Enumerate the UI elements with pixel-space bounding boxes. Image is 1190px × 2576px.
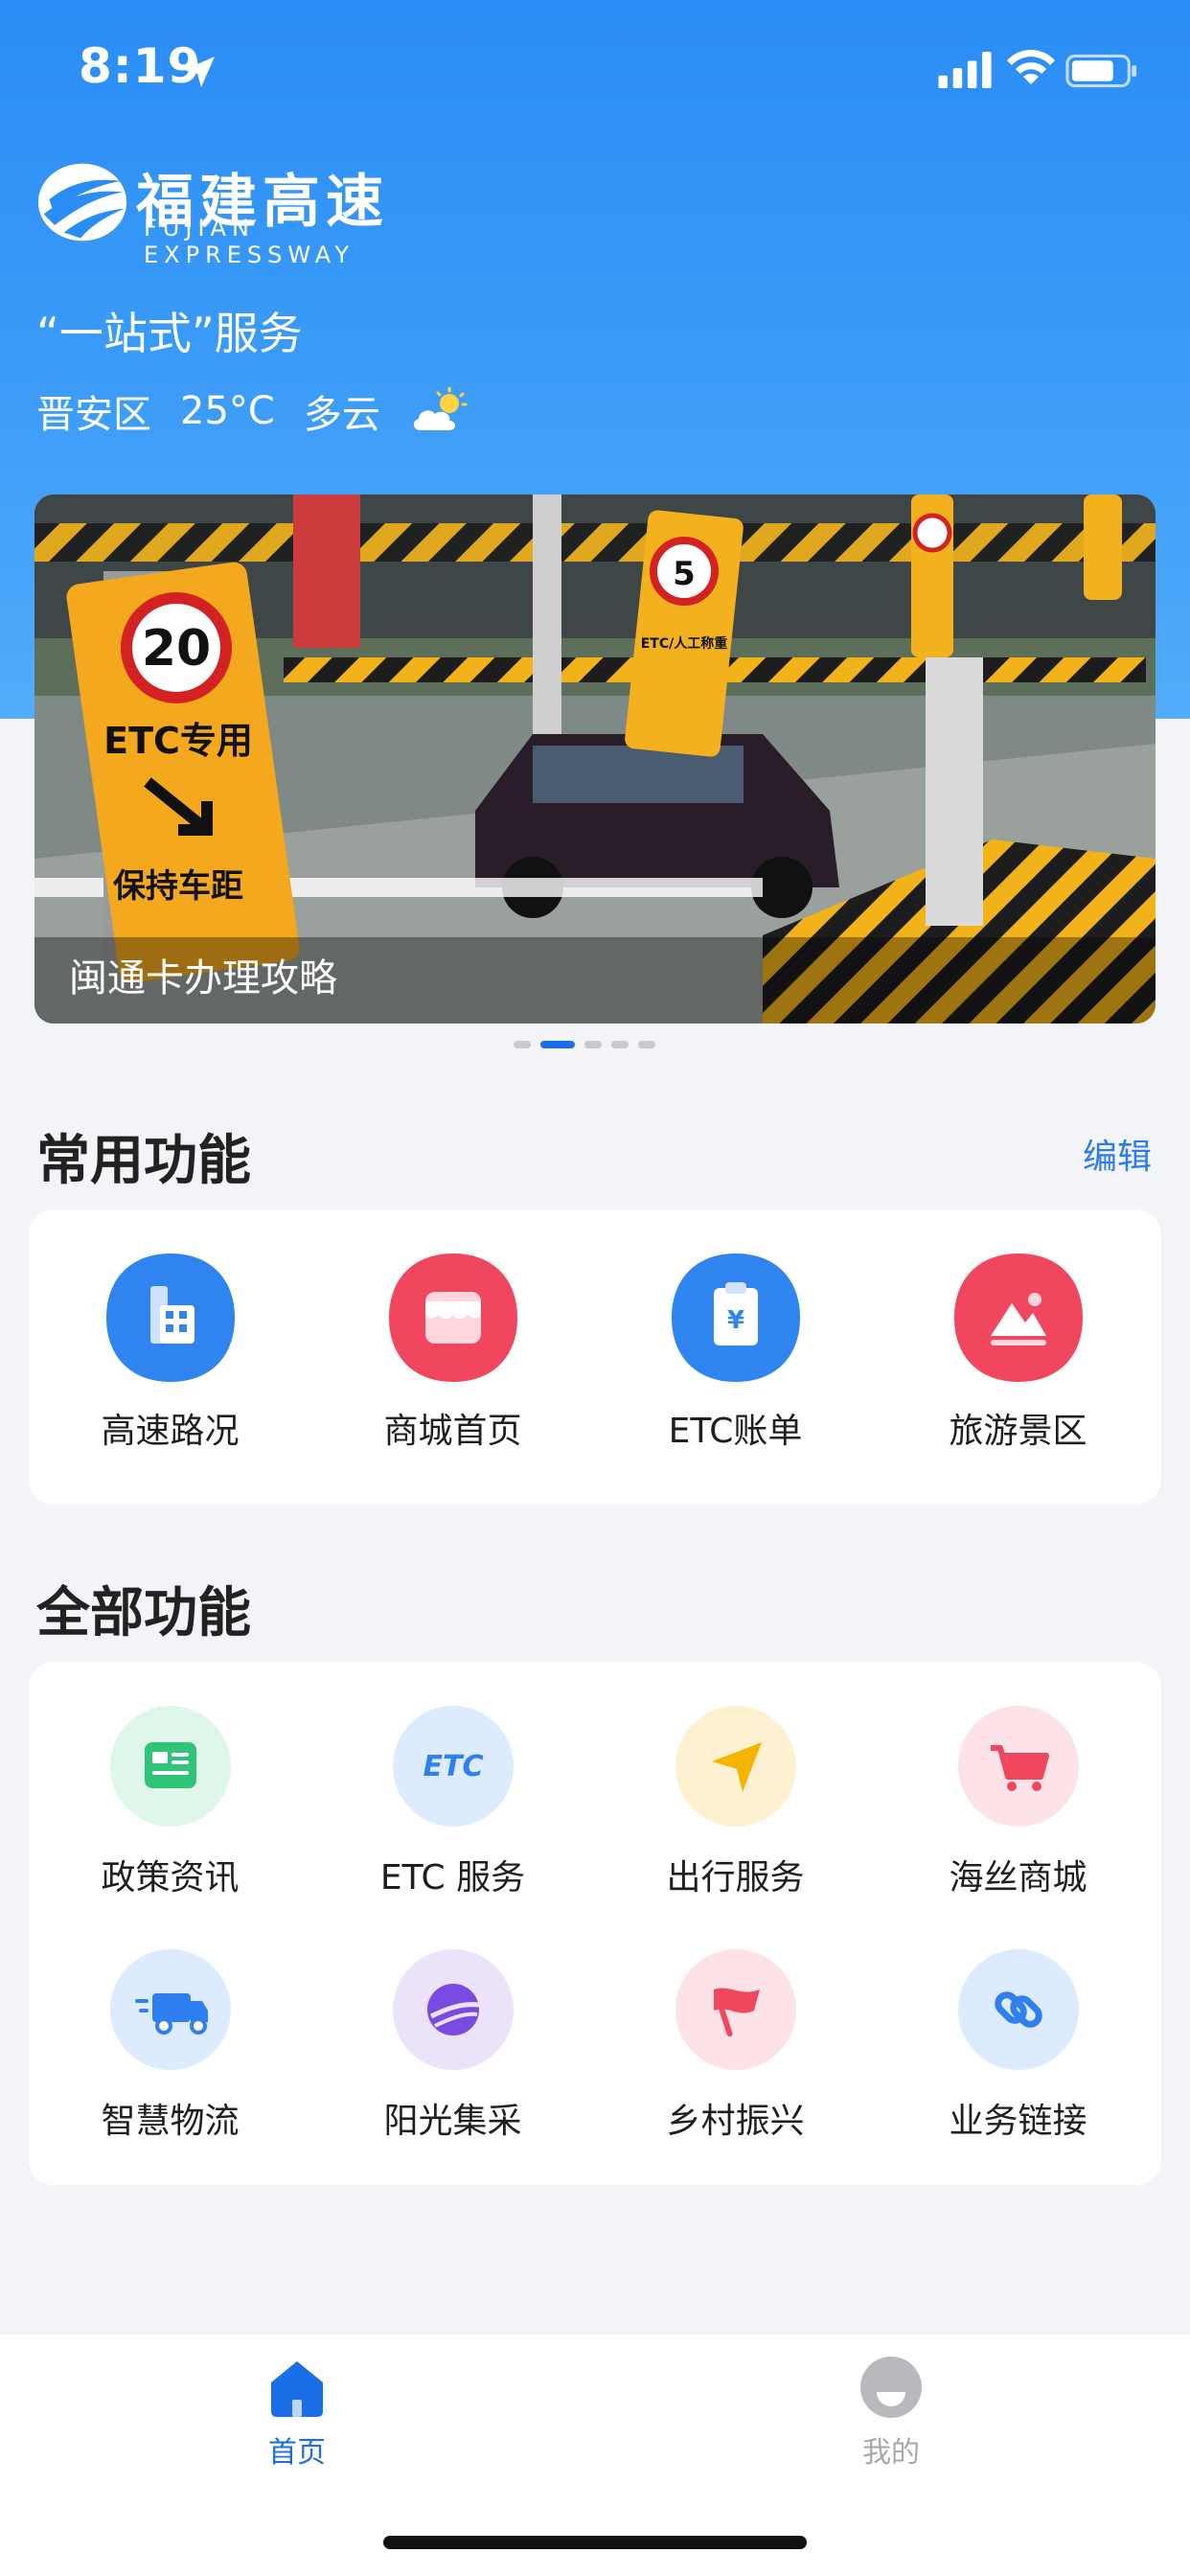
function-scenic-spots[interactable]: 旅游景区 bbox=[877, 1252, 1159, 1462]
function-label: ETC账单 bbox=[668, 1412, 803, 1451]
tab-mine[interactable]: 我的 bbox=[795, 2354, 987, 2471]
svg-text:¥: ¥ bbox=[727, 1306, 744, 1335]
function-haisi-mall[interactable]: 海丝商城 bbox=[877, 1706, 1159, 1898]
function-label: 乡村振兴 bbox=[666, 2102, 805, 2141]
navigation-icon bbox=[675, 1706, 796, 1827]
shop-icon bbox=[389, 1254, 517, 1382]
status-bar: 8:19 bbox=[0, 0, 1190, 144]
pagination-dot[interactable] bbox=[638, 1041, 655, 1048]
promo-banner[interactable]: 20 ETC专用 保持车距 5 ETC/人工称重 闽通卡办理攻略 bbox=[34, 494, 1156, 1024]
banner-sign-keep-distance: 保持车距 bbox=[113, 867, 243, 906]
function-label: 智慧物流 bbox=[101, 2102, 240, 2141]
wifi-icon bbox=[1007, 50, 1055, 84]
function-label: 高速路况 bbox=[101, 1412, 240, 1451]
function-shop-home[interactable]: 商城首页 bbox=[311, 1252, 594, 1462]
function-label: 出行服务 bbox=[666, 1858, 805, 1898]
function-label: 业务链接 bbox=[949, 2102, 1087, 2141]
banner-sign-weigh: ETC/人工称重 bbox=[641, 635, 728, 652]
function-label: 政策资讯 bbox=[101, 1858, 240, 1898]
weather-info[interactable]: 晋安区 25°C 多云 bbox=[36, 383, 469, 439]
road-status-icon bbox=[106, 1254, 235, 1382]
etc-icon-text: ETC bbox=[423, 1750, 484, 1783]
fujian-expressway-logo-icon bbox=[37, 163, 127, 242]
weather-district: 晋安区 bbox=[36, 393, 151, 437]
pagination-dot[interactable] bbox=[611, 1041, 629, 1048]
function-rural-revitalization[interactable]: 乡村振兴 bbox=[594, 1949, 877, 2141]
function-travel-service[interactable]: 出行服务 bbox=[594, 1706, 877, 1898]
news-icon bbox=[110, 1706, 231, 1827]
weather-condition: 多云 bbox=[303, 393, 380, 437]
truck-icon bbox=[110, 1949, 231, 2070]
home-icon bbox=[271, 2361, 323, 2417]
function-etc-service[interactable]: ETC ETC 服务 bbox=[311, 1706, 594, 1898]
banner-caption: 闽通卡办理攻略 bbox=[69, 956, 337, 1000]
tab-home[interactable]: 首页 bbox=[201, 2354, 393, 2471]
common-functions-title: 常用功能 bbox=[36, 1130, 251, 1192]
function-business-links[interactable]: 业务链接 bbox=[877, 1949, 1159, 2141]
planet-icon bbox=[393, 1949, 514, 2070]
function-label: 旅游景区 bbox=[949, 1412, 1087, 1451]
etc-icon: ETC bbox=[393, 1706, 514, 1827]
function-road-status[interactable]: 高速路况 bbox=[29, 1252, 311, 1462]
brand-logo: 福建高速 FUJIAN EXPRESSWAY bbox=[36, 155, 477, 268]
profile-icon bbox=[860, 2357, 922, 2418]
function-label: 阳光集采 bbox=[383, 2102, 522, 2141]
function-label: 商城首页 bbox=[383, 1412, 522, 1451]
function-sunshine-procurement[interactable]: 阳光集采 bbox=[311, 1949, 594, 2141]
all-functions-title: 全部功能 bbox=[36, 1582, 251, 1644]
function-label: 海丝商城 bbox=[949, 1858, 1087, 1898]
cellular-signal-icon bbox=[938, 52, 992, 88]
home-indicator bbox=[383, 2536, 807, 2549]
banner-sign-etc: ETC专用 bbox=[103, 720, 253, 762]
pagination-dot[interactable] bbox=[540, 1041, 575, 1048]
banner-sign-speed-mid: 5 bbox=[673, 555, 696, 593]
scenic-icon bbox=[954, 1254, 1083, 1382]
pagination-dot[interactable] bbox=[514, 1041, 531, 1048]
function-label: ETC 服务 bbox=[379, 1858, 526, 1898]
location-arrow-icon bbox=[184, 57, 215, 87]
flag-icon bbox=[675, 1949, 796, 2070]
function-policy-news[interactable]: 政策资讯 bbox=[29, 1706, 311, 1898]
function-smart-logistics[interactable]: 智慧物流 bbox=[29, 1949, 311, 2141]
edit-button[interactable]: 编辑 bbox=[1083, 1129, 1152, 1179]
battery-icon bbox=[1065, 54, 1137, 88]
banner-pagination bbox=[514, 1041, 655, 1048]
bill-icon: ¥ bbox=[672, 1254, 800, 1382]
common-functions-card: 高速路况 商城首页 ¥ ETC账单 旅游景区 bbox=[29, 1209, 1161, 1505]
service-tagline: “一站式”服务 bbox=[36, 308, 303, 359]
brand-name-en: FUJIAN EXPRESSWAY bbox=[144, 215, 355, 268]
link-icon bbox=[958, 1949, 1079, 2070]
tab-label-home: 首页 bbox=[268, 2436, 326, 2470]
partly-cloudy-icon bbox=[413, 386, 468, 430]
weather-temperature: 25°C bbox=[180, 389, 275, 433]
function-etc-bill[interactable]: ¥ ETC账单 bbox=[594, 1252, 877, 1462]
pagination-dot[interactable] bbox=[584, 1041, 602, 1048]
cart-icon bbox=[958, 1706, 1079, 1827]
tab-label-mine: 我的 bbox=[862, 2436, 920, 2470]
all-functions-card: 政策资讯 ETC ETC 服务 出行服务 海丝商城 智慧物流 阳光集采 乡村振兴… bbox=[29, 1662, 1161, 2185]
banner-sign-speed-left: 20 bbox=[142, 620, 211, 678]
